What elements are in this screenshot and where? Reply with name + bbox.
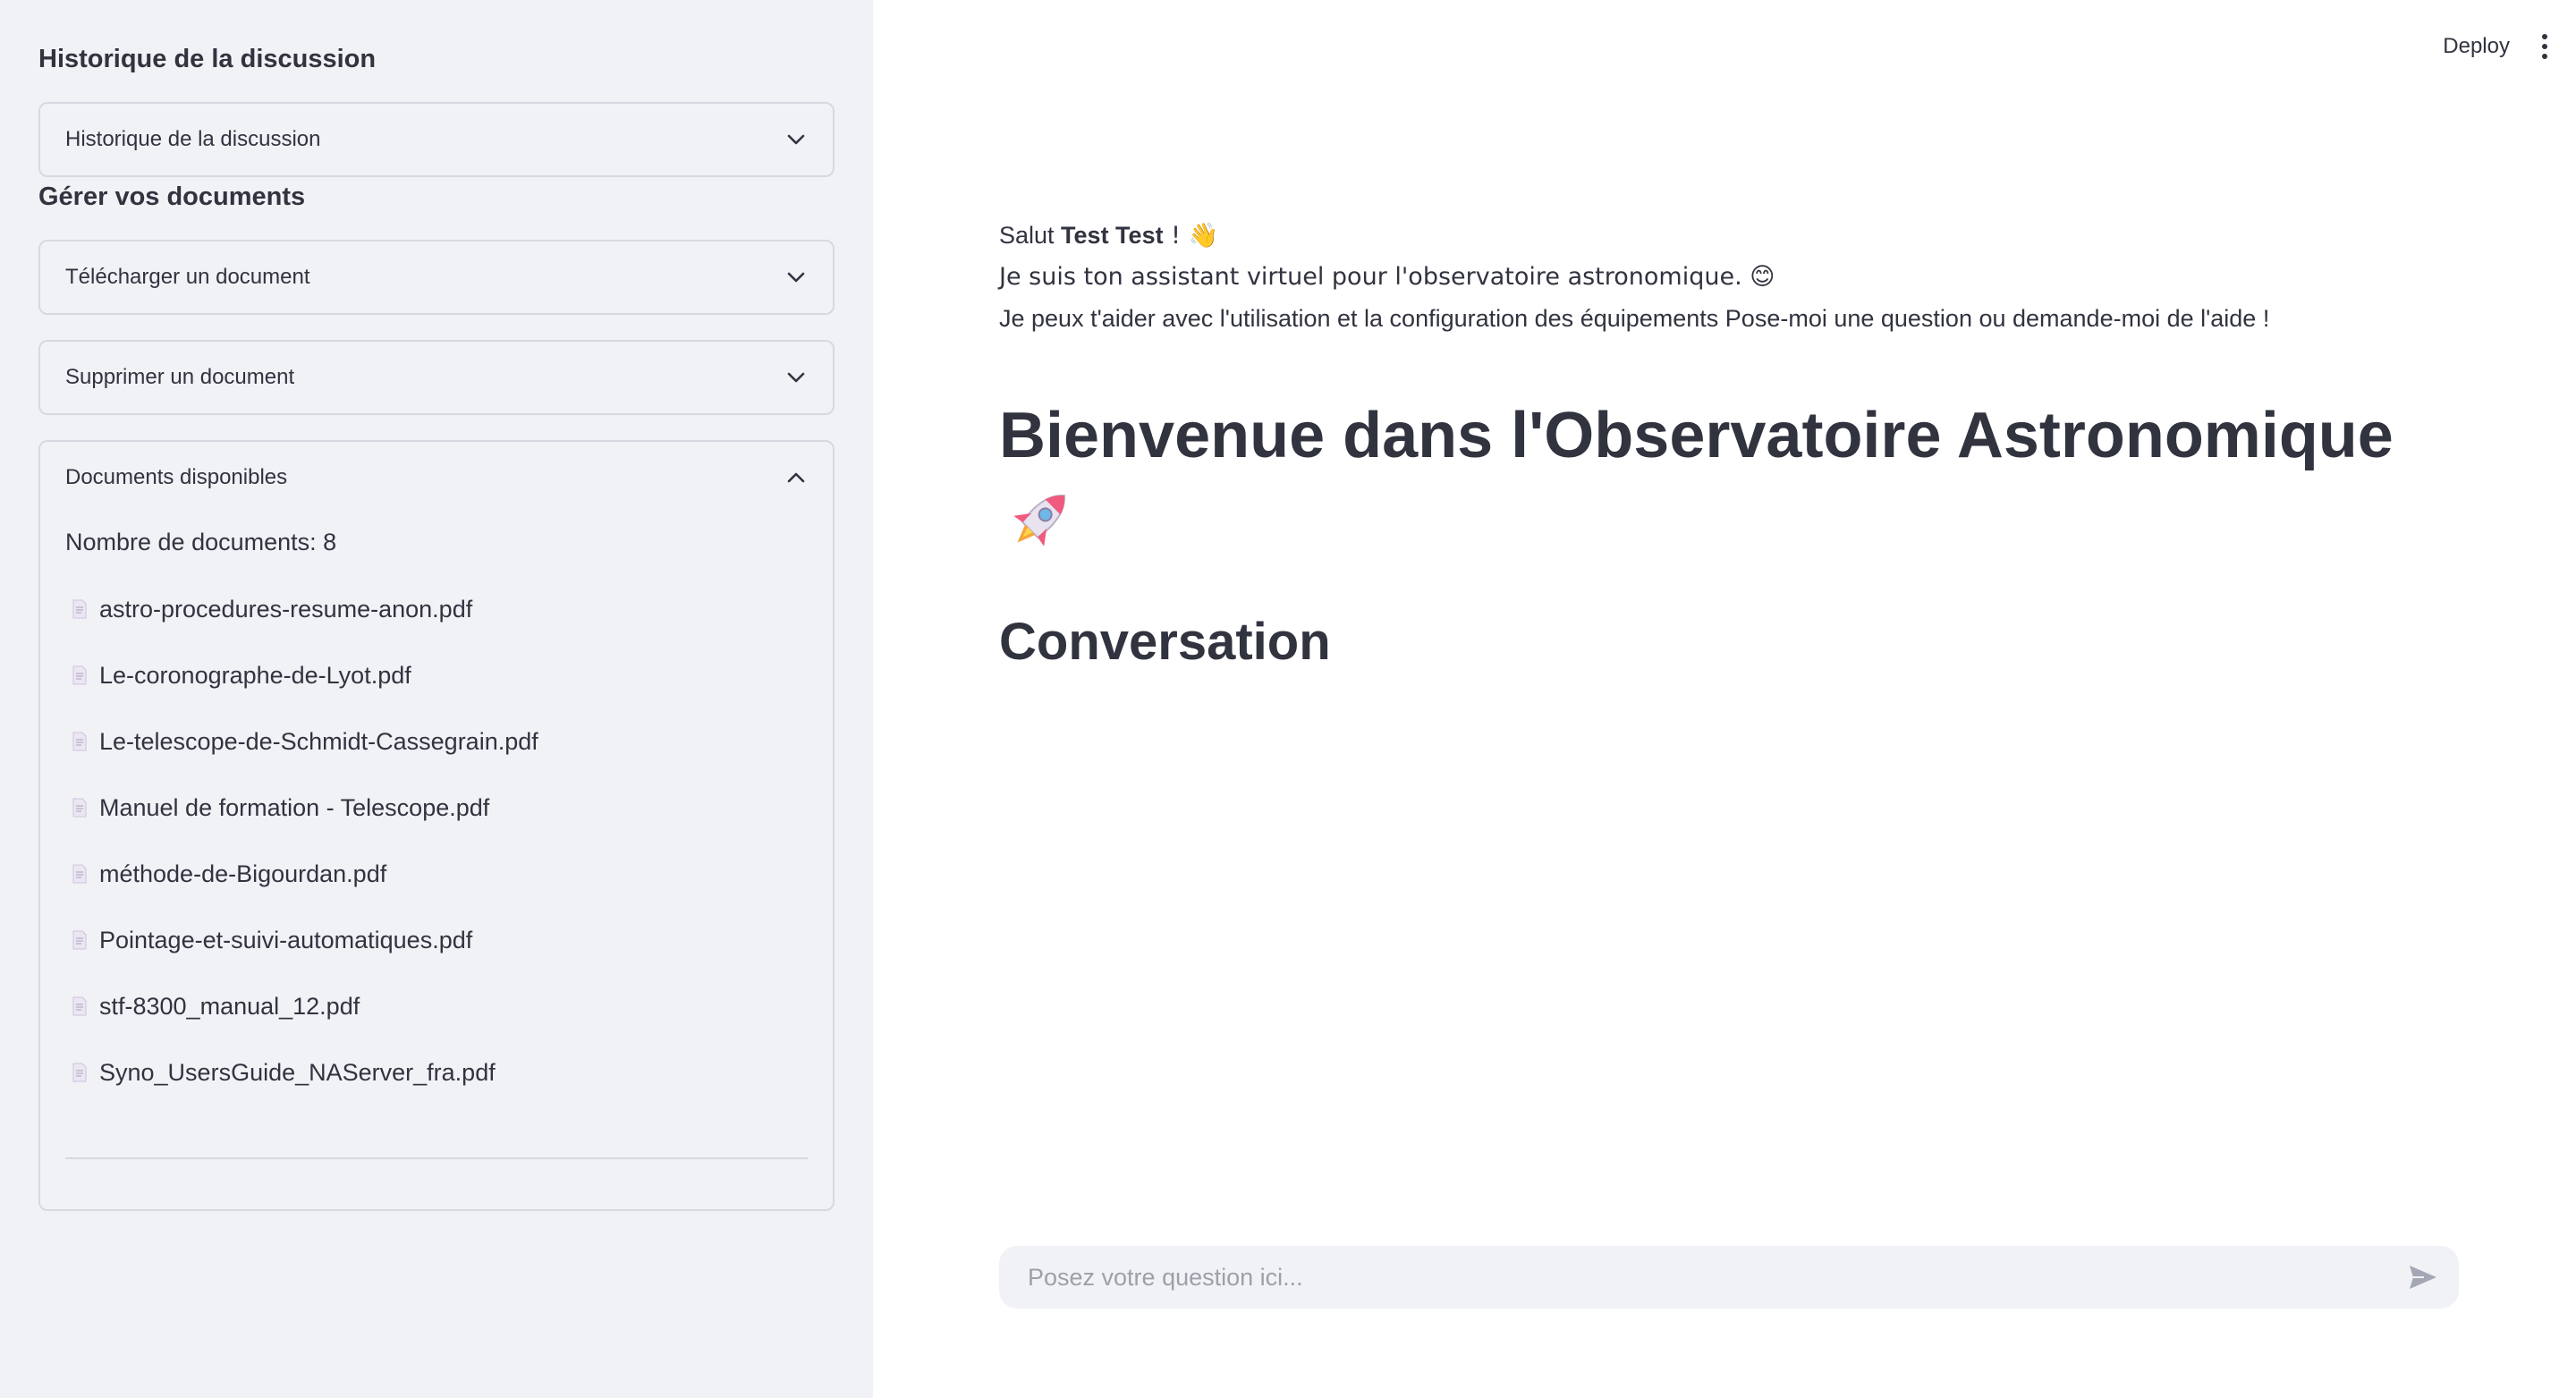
delete-expander[interactable]: Supprimer un document [38, 340, 835, 415]
document-item: stf-8300_manual_12.pdf [65, 973, 808, 1039]
history-expander-label: Historique de la discussion [65, 127, 321, 151]
document-icon [72, 864, 87, 884]
sidebar: Historique de la discussion Historique d… [0, 0, 873, 1398]
document-item: Manuel de formation - Telescope.pdf [65, 775, 808, 841]
history-expander[interactable]: Historique de la discussion [38, 102, 835, 177]
intro-message: Salut Test Test ! 👋 Je suis ton assistan… [999, 215, 2484, 339]
deploy-button[interactable]: Deploy [2443, 34, 2510, 59]
document-item: méthode-de-Bigourdan.pdf [65, 841, 808, 907]
document-item: Syno_UsersGuide_NAServer_fra.pdf [65, 1039, 808, 1106]
chevron-down-icon [786, 368, 806, 387]
delete-expander-header[interactable]: Supprimer un document [40, 342, 833, 413]
intro-line-3: Je peux t'aider avec l'utilisation et la… [999, 305, 2270, 332]
document-icon [72, 996, 87, 1016]
main-area: Deploy Salut Test Test ! 👋 Je suis ton a… [873, 0, 2576, 1398]
chevron-down-icon [786, 130, 806, 149]
document-item: Le-telescope-de-Schmidt-Cassegrain.pdf [65, 708, 808, 775]
document-icon [72, 798, 87, 818]
user-name: Test Test [1061, 222, 1164, 249]
document-name: méthode-de-Bigourdan.pdf [99, 860, 387, 887]
document-name: Pointage-et-suivi-automatiques.pdf [99, 926, 473, 953]
document-count: Nombre de documents: 8 [65, 529, 337, 555]
greeting-line: Salut Test Test ! 👋 [999, 215, 2484, 257]
top-toolbar: Deploy [2443, 34, 2549, 59]
chevron-up-icon [786, 468, 806, 487]
document-item: astro-procedures-resume-anon.pdf [65, 576, 808, 642]
chevron-down-icon [786, 267, 806, 287]
documents-body: Nombre de documents: 8 astro-procedures-… [40, 524, 833, 1106]
document-item: Le-coronographe-de-Lyot.pdf [65, 642, 808, 708]
rocket-icon [1013, 495, 1065, 546]
document-icon [72, 732, 87, 751]
document-name: stf-8300_manual_12.pdf [99, 992, 360, 1020]
available-documents-expander[interactable]: Documents disponibles Nombre de document… [38, 440, 835, 1211]
greeting-suffix: ! 👋 [1163, 222, 1219, 250]
upload-expander-header[interactable]: Télécharger un document [40, 241, 833, 313]
document-icon [72, 665, 87, 685]
conversation-title: Conversation [999, 613, 1331, 671]
divider [65, 1157, 808, 1159]
history-heading: Historique de la discussion [38, 45, 377, 73]
document-icon [72, 599, 87, 619]
available-documents-label: Documents disponibles [65, 465, 288, 489]
greeting-prefix: Salut [999, 222, 1062, 249]
upload-expander-label: Télécharger un document [65, 265, 310, 289]
available-documents-header[interactable]: Documents disponibles [40, 442, 833, 513]
intro-line-2: Je suis ton assistant virtuel pour l'obs… [999, 263, 1775, 291]
document-list: astro-procedures-resume-anon.pdf Le-coro… [65, 576, 808, 1106]
app: Historique de la discussion Historique d… [0, 0, 2576, 1398]
history-expander-header[interactable]: Historique de la discussion [40, 104, 833, 175]
document-name: Syno_UsersGuide_NAServer_fra.pdf [99, 1058, 496, 1086]
document-name: Le-telescope-de-Schmidt-Cassegrain.pdf [99, 727, 538, 755]
document-name: Manuel de formation - Telescope.pdf [99, 793, 490, 821]
send-icon[interactable] [2405, 1259, 2441, 1295]
documents-heading: Gérer vos documents [38, 182, 306, 211]
chat-input[interactable] [1026, 1262, 2405, 1292]
main-content: Salut Test Test ! 👋 Je suis ton assistan… [999, 215, 2484, 674]
document-name: astro-procedures-resume-anon.pdf [99, 595, 473, 623]
page-title: Bienvenue dans l'Observatoire Astronomiq… [999, 400, 2394, 471]
document-icon [72, 930, 87, 950]
document-item: Pointage-et-suivi-automatiques.pdf [65, 907, 808, 973]
more-options-icon[interactable] [2540, 34, 2549, 59]
chat-input-bar [999, 1246, 2459, 1309]
document-icon [72, 1063, 87, 1082]
upload-expander[interactable]: Télécharger un document [38, 240, 835, 315]
document-name: Le-coronographe-de-Lyot.pdf [99, 661, 411, 689]
delete-expander-label: Supprimer un document [65, 365, 295, 389]
